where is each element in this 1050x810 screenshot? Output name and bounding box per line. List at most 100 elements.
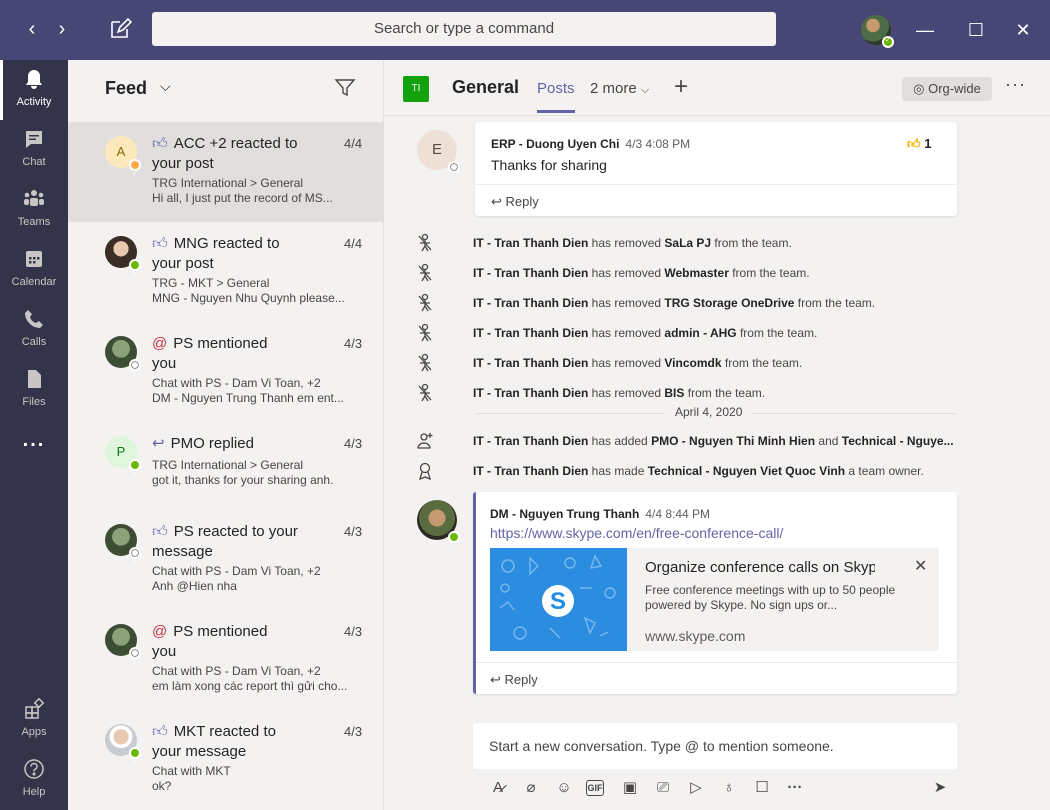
feed-item-title: 👍︎ PS reacted to your message	[152, 523, 298, 560]
attach-icon[interactable]: ⌀	[520, 777, 542, 799]
presence-available-icon	[448, 531, 460, 563]
link-preview-url: www.skype.com	[645, 628, 746, 644]
profile-avatar[interactable]	[861, 15, 894, 48]
chat-icon	[26, 131, 42, 148]
send-icon[interactable]: ➤	[929, 777, 951, 799]
gif-icon[interactable]: GIF	[586, 780, 604, 796]
format-icon[interactable]: A̷	[487, 777, 509, 799]
presence-available-icon	[129, 747, 141, 779]
avatar: A	[105, 136, 141, 191]
feed-item-title: @ PS mentioned you	[152, 623, 268, 660]
feed-item-date: 4/3	[344, 724, 363, 739]
eye-icon: ◎	[913, 81, 925, 96]
divider	[475, 184, 957, 185]
rail-item-help[interactable]: Help	[0, 750, 68, 810]
system-message: IT - Tran Thanh Dien has added PMO - Ngu…	[415, 426, 1050, 456]
reply-icon: ↩	[152, 435, 165, 452]
like-icon: 👍︎	[152, 723, 168, 740]
rail-item-apps[interactable]: Apps	[0, 690, 68, 750]
person-remove-icon	[418, 383, 432, 402]
bell-icon	[26, 70, 42, 89]
message-link[interactable]: https://www.skype.com/en/free-conference…	[490, 525, 783, 541]
person-remove-icon	[418, 323, 432, 342]
like-icon: 👍︎	[152, 523, 168, 540]
more-options-icon[interactable]: ···	[784, 777, 806, 799]
filter-icon[interactable]	[334, 78, 356, 98]
more-options-icon[interactable]: ···	[1005, 74, 1026, 95]
avatar	[105, 624, 141, 679]
mention-icon: @	[152, 623, 168, 640]
presence-offline-icon	[129, 359, 141, 391]
tab-more-dropdown[interactable]: 2 more ⌵	[590, 80, 649, 97]
feed-item[interactable]: 👍︎MKT reacted toyour message 4/3 Chat wi…	[68, 710, 384, 810]
system-message: IT - Tran Thanh Dien has removed Webmast…	[415, 258, 1050, 288]
emoji-icon[interactable]: ☺	[553, 777, 575, 799]
reply-button[interactable]: ↩ Reply	[491, 194, 539, 210]
rail-item-calendar[interactable]: Calendar	[0, 240, 68, 300]
feed-item-location: Chat with PS - Dam Vi Toan, +2	[152, 376, 321, 390]
sticker-icon[interactable]: ▣	[619, 777, 641, 799]
feed-item-preview: Anh @Hien nha	[152, 579, 237, 593]
feed-item-title: 👍︎ MKT reacted to your message	[152, 723, 276, 760]
system-message: IT - Tran Thanh Dien has removed TRG Sto…	[415, 288, 1050, 318]
stream-icon[interactable]: ▷	[685, 777, 707, 799]
feed-item-title: @ PS mentioned you	[152, 335, 268, 372]
new-conversation-input[interactable]: Start a new conversation. Type @ to ment…	[473, 723, 957, 769]
maximize-button[interactable]: ☐	[961, 15, 991, 45]
close-icon[interactable]: ✕	[914, 556, 927, 576]
back-button[interactable]: ‹	[22, 17, 42, 41]
forward-button[interactable]: ›	[52, 17, 72, 41]
search-input[interactable]: Search or type a command	[152, 12, 776, 46]
system-message: IT - Tran Thanh Dien has removed admin -…	[415, 318, 1050, 348]
avatar	[105, 724, 141, 779]
reply-button[interactable]: ↩ Reply	[490, 672, 538, 688]
link-preview-card[interactable]: S Organize conference calls on Skyp... F…	[490, 548, 939, 651]
ribbon-icon	[419, 462, 431, 481]
presence-available-icon	[882, 36, 894, 48]
message-card: ERP - Duong Uyen Chi 4/3 4:08 PM Thanks f…	[475, 122, 957, 216]
close-button[interactable]: ✕	[1008, 15, 1038, 45]
rail-label: Activity	[16, 96, 52, 108]
mention-icon: @	[152, 335, 168, 352]
praise-icon[interactable]: ♁	[718, 777, 740, 799]
chevron-down-icon[interactable]: ⌵	[160, 78, 171, 95]
feed-item[interactable]: @PS mentionedyou 4/3 Chat with PS - Dam …	[68, 610, 384, 710]
feed-item[interactable]: P ↩PMO replied 4/3 TRG International > G…	[68, 422, 384, 522]
feed-item[interactable]: 👍︎PS reacted to yourmessage 4/3 Chat wit…	[68, 510, 384, 610]
title-bar: ‹ › Search or type a command — ☐ ✕	[0, 0, 1050, 60]
feed-item-date: 4/3	[344, 624, 363, 639]
minimize-button[interactable]: —	[910, 15, 940, 45]
message-text: Thanks for sharing	[491, 157, 607, 173]
rail-label: Apps	[21, 726, 47, 738]
org-wide-badge[interactable]: ◎ Org-wide	[902, 77, 992, 101]
feed-item-date: 4/4	[344, 136, 363, 151]
tab-posts[interactable]: Posts	[537, 80, 575, 113]
feed-title[interactable]: Feed	[105, 78, 147, 99]
feed-item[interactable]: A 👍︎ACC +2 reacted toyour post 4/4 TRG I…	[68, 122, 384, 222]
rail-item-activity[interactable]: Activity	[0, 60, 68, 120]
presence-available-icon	[129, 259, 141, 291]
feed-item[interactable]: @PS mentionedyou 4/3 Chat with PS - Dam …	[68, 322, 384, 422]
meet-now-icon[interactable]: ⎚	[652, 777, 674, 799]
feed-item-preview: em làm xong các report thì gửi cho...	[152, 679, 348, 693]
presence-offline-icon	[448, 161, 460, 201]
skype-preview-image: S	[490, 548, 627, 651]
approvals-icon[interactable]: ☐	[751, 777, 773, 799]
feed-item-date: 4/3	[344, 436, 363, 451]
add-tab-button[interactable]: +	[674, 73, 688, 101]
system-message: IT - Tran Thanh Dien has made Technical …	[415, 456, 1050, 486]
rail-item-more[interactable]: ...	[0, 420, 68, 480]
feed-item[interactable]: 👍︎MNG reacted toyour post 4/4 TRG - MKT …	[68, 222, 384, 322]
rail-item-chat[interactable]: Chat	[0, 120, 68, 180]
feed-item-date: 4/3	[344, 336, 363, 351]
rail-item-teams[interactable]: Teams	[0, 180, 68, 240]
date-separator: April 4, 2020	[475, 403, 957, 423]
feed-item-preview: Hi all, I just put the record of MS...	[152, 191, 333, 205]
reply-icon: ↩	[491, 194, 502, 209]
apps-icon	[25, 698, 45, 719]
rail-item-calls[interactable]: Calls	[0, 300, 68, 360]
compose-icon[interactable]	[108, 16, 132, 42]
rail-item-files[interactable]: Files	[0, 360, 68, 420]
feed-item-preview: DM - Nguyen Trung Thanh em ent...	[152, 391, 344, 405]
reaction-like[interactable]: 👍︎ 1	[907, 136, 931, 152]
